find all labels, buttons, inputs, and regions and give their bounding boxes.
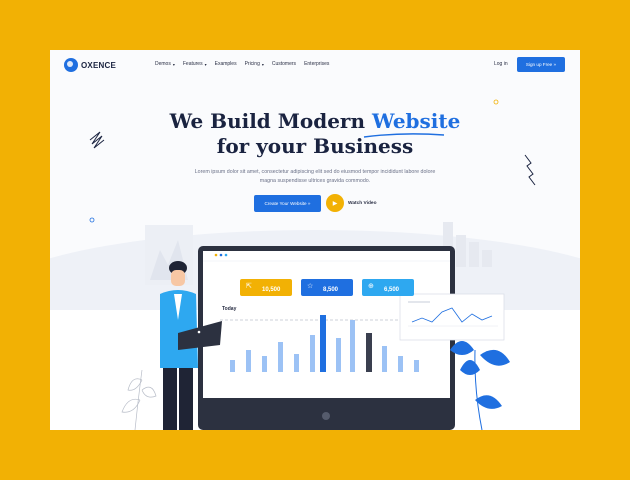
kpi-card: ☆ 8,500 [301, 279, 353, 296]
plant-illustration [450, 341, 510, 430]
kpi-value: 6,500 [384, 287, 400, 293]
cursor-icon: ⇱ [246, 283, 252, 290]
plus-circle-icon: ⊕ [368, 283, 374, 290]
line-plant-illustration [121, 369, 157, 430]
kpi-value: 8,500 [323, 287, 339, 293]
kpi-card: ⊕ 6,500 [362, 279, 414, 296]
landing-page: OXENCE Demos ▾ Features ▾ Examples Pricing… [50, 50, 580, 430]
hero-illustration [121, 246, 510, 430]
today-label: Today [222, 306, 237, 312]
star-icon: ☆ [307, 283, 314, 290]
kpi-value: 10,500 [262, 287, 281, 293]
kpi-card: ⇱ 10,500 [240, 279, 292, 296]
floating-line-chart [399, 293, 505, 341]
